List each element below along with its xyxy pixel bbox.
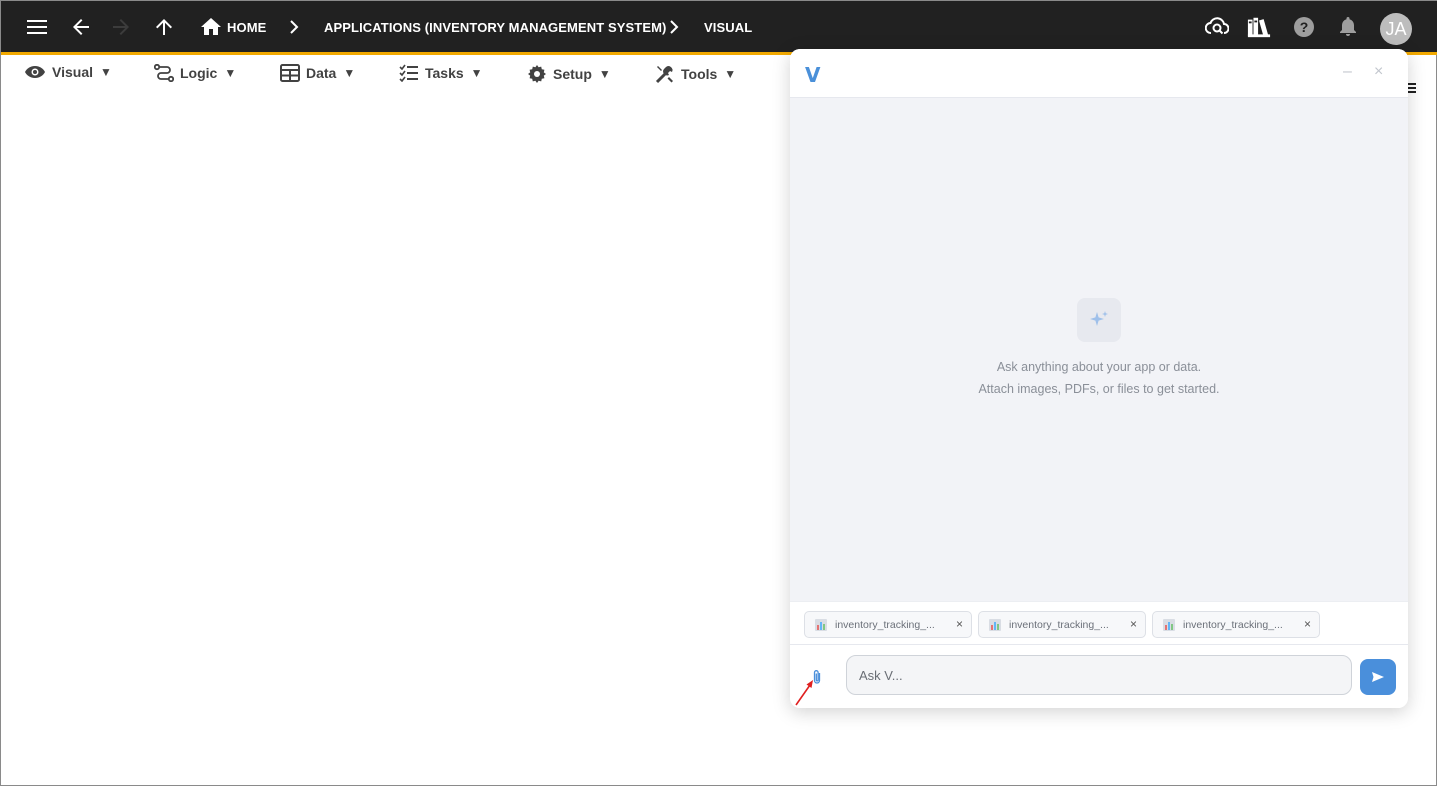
user-avatar[interactable]: JA bbox=[1380, 13, 1412, 45]
menu-tasks-label: Tasks bbox=[425, 65, 464, 81]
attachment-name: inventory_tracking_... bbox=[835, 618, 935, 631]
up-arrow-icon[interactable] bbox=[152, 15, 176, 39]
attachments-row: inventory_tracking_... × inventory_track… bbox=[790, 601, 1408, 645]
chat-messages-area: Ask anything about your app or data. Att… bbox=[790, 98, 1408, 601]
workflow-icon bbox=[154, 64, 174, 82]
gear-icon bbox=[528, 65, 546, 83]
attachment-chip[interactable]: inventory_tracking_... × bbox=[804, 611, 972, 638]
spreadsheet-file-icon bbox=[1163, 618, 1175, 631]
assistant-logo: V bbox=[805, 63, 821, 87]
annotation-arrow-icon bbox=[794, 677, 816, 712]
menu-visual[interactable]: Visual ▼ bbox=[24, 64, 112, 80]
back-arrow-icon[interactable] bbox=[69, 15, 93, 39]
remove-attachment-icon[interactable]: × bbox=[956, 617, 963, 631]
chevron-right-icon bbox=[662, 15, 686, 39]
help-icon[interactable]: ? bbox=[1292, 15, 1316, 39]
remove-attachment-icon[interactable]: × bbox=[1130, 617, 1137, 631]
menu-data[interactable]: Data ▼ bbox=[280, 64, 355, 82]
caret-down-icon: ▼ bbox=[343, 66, 356, 80]
chat-compose-bar bbox=[790, 645, 1408, 708]
menu-tools[interactable]: Tools ▼ bbox=[655, 64, 736, 84]
table-icon bbox=[280, 64, 300, 82]
attachment-chip[interactable]: inventory_tracking_... × bbox=[1152, 611, 1320, 638]
breadcrumb-application[interactable]: APPLICATIONS (INVENTORY MANAGEMENT SYSTE… bbox=[324, 20, 666, 35]
empty-state-line2: Attach images, PDFs, or files to get sta… bbox=[978, 382, 1220, 396]
empty-state-text: Ask anything about your app or data. Att… bbox=[790, 356, 1408, 400]
menu-setup[interactable]: Setup ▼ bbox=[527, 64, 611, 84]
caret-down-icon: ▼ bbox=[224, 66, 237, 80]
remove-attachment-icon[interactable]: × bbox=[1304, 617, 1311, 631]
attachment-name: inventory_tracking_... bbox=[1009, 618, 1109, 631]
caret-down-icon: ▼ bbox=[470, 66, 483, 80]
empty-state-line1: Ask anything about your app or data. bbox=[996, 360, 1202, 374]
caret-down-icon: ▼ bbox=[100, 65, 112, 79]
ask-input[interactable] bbox=[846, 655, 1352, 695]
tools-icon bbox=[655, 66, 673, 84]
caret-down-icon: ▼ bbox=[598, 67, 611, 81]
attachment-chip[interactable]: inventory_tracking_... × bbox=[978, 611, 1146, 638]
menu-data-label: Data bbox=[306, 65, 337, 81]
checklist-icon bbox=[399, 64, 418, 82]
svg-text:?: ? bbox=[1300, 19, 1309, 35]
home-icon[interactable] bbox=[199, 15, 223, 39]
spreadsheet-file-icon bbox=[989, 618, 1001, 631]
forward-arrow-icon[interactable] bbox=[109, 15, 133, 39]
menu-tasks[interactable]: Tasks ▼ bbox=[399, 64, 483, 82]
assistant-chat-panel: V – × Ask anything about your app or dat… bbox=[790, 49, 1408, 708]
menu-logic[interactable]: Logic ▼ bbox=[154, 64, 236, 82]
menu-tools-label: Tools bbox=[681, 66, 718, 82]
more-options-icon[interactable] bbox=[1408, 80, 1416, 98]
chevron-right-icon bbox=[282, 15, 306, 39]
spreadsheet-file-icon bbox=[815, 618, 827, 631]
minimize-button[interactable]: – bbox=[1343, 63, 1352, 81]
menu-logic-label: Logic bbox=[180, 65, 218, 81]
library-books-icon[interactable] bbox=[1247, 15, 1271, 39]
send-icon bbox=[1372, 672, 1384, 682]
sparkle-icon bbox=[1077, 298, 1121, 342]
menu-setup-label: Setup bbox=[553, 66, 592, 82]
attachment-name: inventory_tracking_... bbox=[1183, 618, 1283, 631]
breadcrumb-home[interactable]: HOME bbox=[227, 20, 266, 35]
cloud-search-icon[interactable] bbox=[1205, 15, 1229, 39]
send-button[interactable] bbox=[1360, 659, 1396, 695]
menu-visual-label: Visual bbox=[52, 64, 93, 80]
close-button[interactable]: × bbox=[1374, 63, 1383, 81]
caret-down-icon: ▼ bbox=[724, 67, 737, 81]
breadcrumb-current-page[interactable]: VISUAL bbox=[704, 20, 752, 35]
eye-icon bbox=[25, 66, 45, 78]
top-app-bar: HOME APPLICATIONS (INVENTORY MANAGEMENT … bbox=[1, 1, 1437, 55]
menu-icon[interactable] bbox=[25, 15, 49, 39]
notifications-bell-icon[interactable] bbox=[1336, 15, 1360, 39]
chat-header: V – × bbox=[790, 49, 1408, 98]
